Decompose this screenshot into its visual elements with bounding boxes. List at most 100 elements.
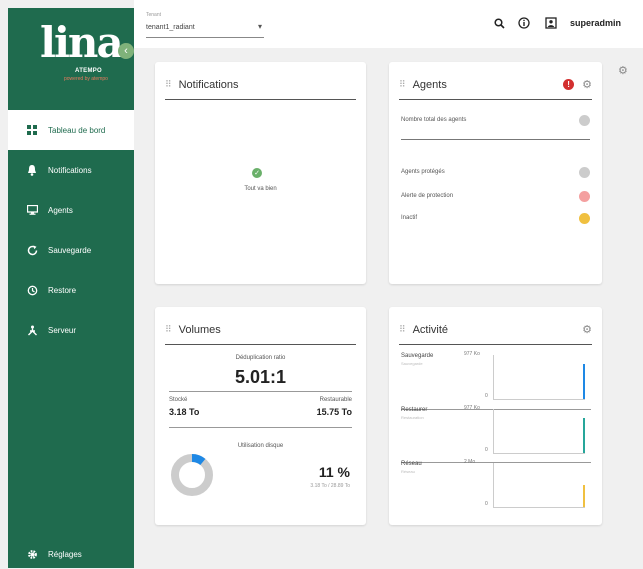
tenant-select[interactable]: Tenant tenant1_radiant ▾ [146,12,264,38]
bell-icon [26,164,38,176]
card-header: ⠿ Agents ! ⚙ [399,70,592,100]
agents-row-label: Alerte de protection [401,193,454,199]
agents-inactive-badge [579,212,590,224]
activity-row-max: 977 Ko [464,405,480,411]
agents-row-label: Inactif [401,215,418,221]
sidebar-item-label: Restore [48,285,77,295]
sidebar-item-backup[interactable]: Sauvegarde [8,230,134,270]
agents-alert-badge [579,190,590,202]
gear-icon[interactable]: ⚙ [582,323,592,336]
stored-value: 3.18 To [169,407,200,417]
username[interactable]: superadmin [570,18,621,28]
tenant-label: Tenant [146,12,162,18]
stored-label: Stocké [169,397,188,403]
check-circle-icon: ✓ [252,168,262,178]
alert-icon[interactable]: ! [563,79,575,90]
sidebar-item-label: Notifications [48,165,92,175]
activity-row-sub: Restauration [401,415,424,420]
search-icon[interactable] [492,16,506,30]
agents-protected-badge [579,166,590,178]
sidebar-item-restore[interactable]: Restore [8,270,134,310]
divider [169,391,352,392]
activity-bar [583,485,585,507]
gear-icon [26,548,38,560]
activity-y-axis [493,463,494,507]
sidebar-item-label: Tableau de bord [48,125,106,135]
drag-handle-icon[interactable]: ⠿ [399,324,406,335]
agents-inactive-row[interactable]: Inactif [401,210,590,226]
restore-icon [26,284,38,296]
activity-row-sub: Réseau [401,469,415,474]
sidebar-item-notifications[interactable]: Notifications [8,150,134,190]
agents-total-label: Nombre total des agents [401,117,467,123]
restorable-value: 15.75 To [316,407,352,417]
activity-row-max: 2 Mo [464,459,476,465]
divider [169,427,352,428]
gear-icon[interactable]: ⚙ [582,78,592,91]
sidebar-item-label: Serveur [48,325,77,335]
dashboard-icon [26,124,38,136]
sidebar-item-settings[interactable]: Réglages [8,534,134,569]
activity-bar [583,363,585,399]
card-header: ⠿ Activité ⚙ [399,315,592,345]
logo-text: lina [40,18,124,67]
activity-y-axis [493,409,494,453]
activity-x-axis [493,453,585,454]
disk-usage-detail: 3.18 To / 28.89 To [310,483,350,489]
drag-handle-icon[interactable]: ⠿ [165,324,172,335]
activity-row-name: Restaurer [401,407,428,413]
activity-x-axis [493,399,585,400]
card-header: ⠿ Notifications [165,70,356,100]
disk-usage-label: Utilisation disque [237,443,284,449]
chevron-left-icon: ‹ [124,45,128,57]
dedup-label: Déduplication ratio [235,355,286,361]
volumes-card: ⠿ Volumes Déduplication ratio 5.01:1 Sto… [155,307,366,525]
logo[interactable]: lina ATEMPO powered by atempo [8,8,134,86]
agents-row-label: Agents protégés [401,169,445,175]
activity-row-zero: 0 [485,447,488,453]
drag-handle-icon[interactable]: ⠿ [399,79,406,90]
notifications-card: ⠿ Notifications ✓ Tout va bien [155,62,366,284]
divider [401,139,590,140]
agents-total-badge [579,114,590,126]
logo-tagline: powered by atempo [64,76,108,82]
logo-brand: ATEMPO [75,68,103,74]
activity-card: ⠿ Activité ⚙ Sauvegarde Sauvegarde 977 K… [389,307,602,525]
sidebar-collapse-button[interactable]: ‹ [118,43,134,59]
user-account-icon[interactable] [544,16,558,30]
agents-card: ⠿ Agents ! ⚙ Nombre total des agents Age… [389,62,602,284]
drag-handle-icon[interactable]: ⠿ [165,79,172,90]
activity-row-max: 977 Ko [464,351,480,357]
activity-row-zero: 0 [485,393,488,399]
activity-bar [583,417,585,453]
card-title: Agents [412,78,447,91]
agents-alert-row[interactable]: Alerte de protection [401,188,590,204]
activity-restore-row[interactable]: Restaurer Restauration 977 Ko 0 [401,403,591,465]
activity-row-sub: Sauvegarde [401,361,423,366]
card-title: Notifications [178,78,239,91]
sidebar-nav: Tableau de bord Notifications Agents Sau… [8,110,134,350]
info-icon[interactable] [517,16,531,30]
activity-backup-row[interactable]: Sauvegarde Sauvegarde 977 Ko 0 [401,349,591,411]
activity-row-zero: 0 [485,501,488,507]
agents-protected-row[interactable]: Agents protégés [401,164,590,180]
dashboard-settings-gear-icon[interactable]: ⚙ [618,64,628,77]
disk-usage-gauge [171,454,213,496]
server-icon [26,324,38,336]
tenant-value: tenant1_radiant [146,24,195,31]
notifications-status: Tout va bien [244,186,277,192]
sidebar-item-label: Agents [48,205,73,215]
disk-usage-percent: 11 % [318,464,350,480]
sidebar: lina ATEMPO powered by atempo Tableau de… [8,8,134,568]
sidebar-item-dashboard[interactable]: Tableau de bord [8,110,134,150]
dedup-value: 5.01:1 [234,367,287,387]
chevron-down-icon: ▾ [257,22,262,31]
sidebar-item-server[interactable]: Serveur [8,310,134,350]
card-header: ⠿ Volumes [165,315,356,345]
agents-total-row[interactable]: Nombre total des agents [401,112,590,128]
sidebar-item-label: Réglages [48,549,82,559]
card-title: Volumes [178,323,221,336]
sidebar-item-agents[interactable]: Agents [8,190,134,230]
activity-network-row[interactable]: Réseau Réseau 2 Mo 0 [401,457,591,519]
activity-y-axis [493,355,494,399]
